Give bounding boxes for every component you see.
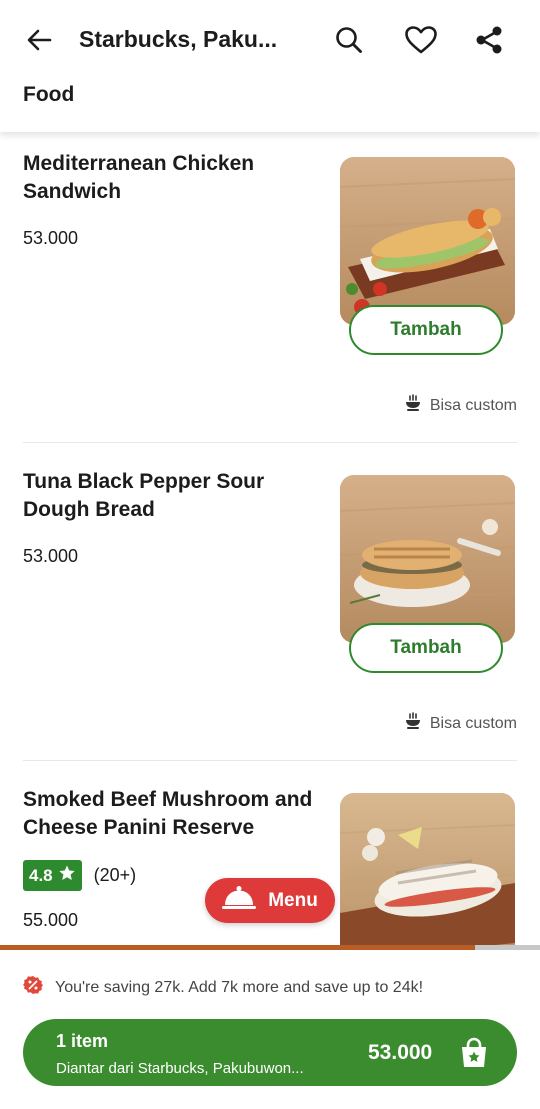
top-app-bar: Starbucks, Paku... Food: [0, 0, 540, 132]
product-image[interactable]: [340, 475, 515, 643]
menu-button[interactable]: Menu: [205, 878, 335, 923]
product-image[interactable]: [340, 793, 515, 946]
product-name: Mediterranean Chicken Sandwich: [23, 152, 255, 203]
heart-icon[interactable]: [401, 20, 441, 60]
menu-button-label: Menu: [268, 889, 318, 911]
rating-badge: 4.8: [23, 860, 82, 891]
share-icon[interactable]: [469, 20, 509, 60]
product-price: 53.000: [23, 228, 79, 248]
item-divider: [23, 442, 517, 443]
item-divider: [23, 760, 517, 761]
cart-delivery-from: Diantar dari Starbucks, Pakubuwon...: [56, 1060, 304, 1077]
savings-message: You're saving 27k. Add 7k more and save …: [23, 975, 423, 1000]
rating-value: 4.8: [29, 865, 53, 885]
page-title: Starbucks, Paku...: [79, 26, 278, 52]
customizable-note: Bisa custom: [404, 712, 517, 735]
product-list[interactable]: Mediterranean Chicken Sandwich 53.000 Ta…: [0, 132, 540, 946]
rating: 4.8 (20+): [23, 860, 136, 891]
back-arrow-icon[interactable]: [19, 20, 59, 60]
checkout-footer: You're saving 27k. Add 7k more and save …: [0, 950, 540, 1109]
add-button[interactable]: Tambah: [349, 623, 503, 673]
product-name: Tuna Black Pepper Sour Dough Bread: [23, 470, 265, 521]
product-image[interactable]: [340, 157, 515, 325]
customizable-note: Bisa custom: [404, 394, 517, 417]
search-icon[interactable]: [329, 20, 369, 60]
add-button[interactable]: Tambah: [349, 305, 503, 355]
cart-total: 53.000: [368, 1041, 433, 1064]
cloche-icon: [222, 885, 257, 917]
cart-item-count: 1 item: [56, 1031, 109, 1051]
rating-count: (20+): [93, 865, 137, 885]
custom-bowl-icon: [404, 712, 422, 735]
product-price: 55.000: [23, 910, 79, 930]
product-name: Smoked Beef Mushroom and Cheese Panini R…: [23, 788, 313, 839]
product-price: 53.000: [23, 546, 79, 566]
custom-bowl-icon: [404, 394, 422, 417]
section-header-food: Food: [23, 83, 75, 106]
customizable-label: Bisa custom: [429, 396, 517, 414]
discount-icon: [23, 975, 43, 1000]
savings-text: You're saving 27k. Add 7k more and save …: [55, 978, 424, 996]
shopping-bag-icon: [459, 1037, 489, 1074]
customizable-label: Bisa custom: [429, 714, 517, 732]
view-cart-button[interactable]: 1 item Diantar dari Starbucks, Pakubuwon…: [23, 1019, 517, 1086]
star-icon: [58, 864, 76, 887]
